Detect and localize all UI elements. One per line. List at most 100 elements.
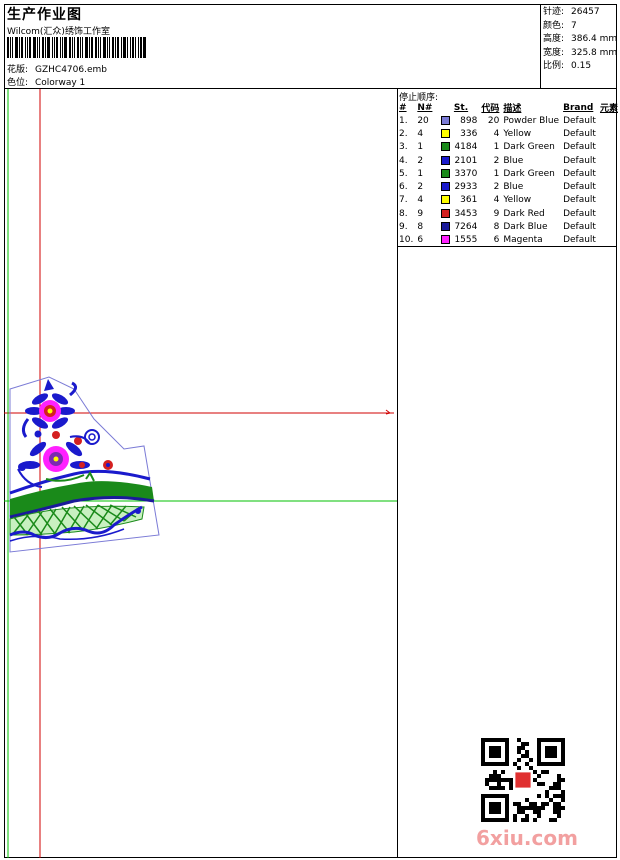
row-brand: Default xyxy=(563,128,596,139)
barcode-bar xyxy=(69,37,71,58)
row-element xyxy=(598,234,620,247)
qr-module xyxy=(501,778,505,782)
qr-module xyxy=(525,806,529,810)
qr-module xyxy=(557,778,561,782)
barcode-bar xyxy=(39,37,40,58)
barcode-bar xyxy=(52,37,53,58)
qr-module xyxy=(509,782,513,786)
barcode-bar xyxy=(37,37,38,58)
barcode-bar xyxy=(143,37,146,58)
qr-module xyxy=(521,742,525,746)
row-swatch xyxy=(439,180,452,193)
qr-module xyxy=(537,810,541,814)
qr-module xyxy=(561,790,565,794)
row-stitches: 2101 xyxy=(454,155,478,166)
row-index: 2. xyxy=(399,128,408,139)
design-info: 花版: GZHC4706.emb xyxy=(7,62,107,75)
row-code: 4 xyxy=(493,128,500,139)
barcode-bar xyxy=(103,37,106,58)
row-code: 1 xyxy=(493,142,500,153)
qr-module xyxy=(501,786,505,790)
qr-module xyxy=(557,806,561,810)
color-swatch xyxy=(440,168,450,178)
color-swatch xyxy=(440,195,450,205)
color-swatch xyxy=(440,142,450,152)
row-index: 9. xyxy=(399,222,408,233)
row-swatch xyxy=(439,127,452,140)
barcode-bar xyxy=(60,37,61,58)
row-needle: 4 xyxy=(417,128,424,139)
row-stitches: 898 xyxy=(460,115,478,126)
row-brand: Default xyxy=(563,195,596,206)
row-code: 9 xyxy=(493,208,500,219)
barcode-bar xyxy=(85,37,88,58)
barcode-bar xyxy=(27,37,28,58)
qr-module xyxy=(525,750,529,754)
barcode-bar xyxy=(89,37,90,58)
qr-module xyxy=(517,810,521,814)
color-swatch xyxy=(440,182,450,192)
stat-height: 高度: 386.4 mm xyxy=(543,34,618,45)
row-index: 8. xyxy=(399,208,408,219)
qr-module xyxy=(549,818,553,822)
row-brand: Default xyxy=(563,155,596,166)
row-needle: 1 xyxy=(417,168,424,179)
barcode-bar xyxy=(29,37,31,58)
row-swatch xyxy=(439,154,452,167)
row-code: 4 xyxy=(493,195,500,206)
row-stitches: 336 xyxy=(460,128,478,139)
row-code: 8 xyxy=(493,222,500,233)
barcode-bar xyxy=(95,37,97,58)
qr-module xyxy=(521,818,525,822)
row-desc: Yellow xyxy=(503,195,532,206)
row-brand: Default xyxy=(563,182,596,193)
barcode-bar xyxy=(15,37,18,58)
col-element: 元素 xyxy=(599,104,618,114)
row-index: 3. xyxy=(399,142,408,153)
qr-module xyxy=(537,794,541,798)
scallop-dot xyxy=(135,508,141,514)
color-swatch xyxy=(440,155,450,165)
qr-module xyxy=(537,782,541,786)
barcode-bar xyxy=(82,37,83,58)
color-row: 5. 1 3370 1 Dark Green Default xyxy=(397,167,620,180)
qr-module xyxy=(485,782,489,786)
qr-module xyxy=(557,794,561,798)
qr-module xyxy=(541,802,545,806)
qr-module xyxy=(525,814,529,818)
color-row: 7. 4 361 4 Yellow Default xyxy=(397,194,620,207)
row-swatch xyxy=(439,114,452,127)
color-swatch xyxy=(440,235,450,245)
qr-module xyxy=(545,802,549,806)
qr-module xyxy=(517,802,521,806)
color-row: 8. 9 3453 9 Dark Red Default xyxy=(397,207,620,220)
qr-module xyxy=(557,814,561,818)
row-stitches: 361 xyxy=(460,195,478,206)
row-swatch xyxy=(439,207,452,220)
qr-module xyxy=(517,758,521,762)
row-desc: Blue xyxy=(503,182,524,193)
qr-module xyxy=(509,778,513,782)
qr-module xyxy=(549,798,553,802)
barcode-bar xyxy=(62,37,63,58)
barcode-bar xyxy=(10,37,11,58)
row-brand: Default xyxy=(563,222,596,233)
row-needle: 2 xyxy=(417,182,424,193)
qr-module xyxy=(517,806,521,810)
row-needle: 8 xyxy=(417,222,424,233)
qr-module xyxy=(513,818,517,822)
row-desc: Dark Green xyxy=(503,168,555,179)
qr-module xyxy=(533,770,537,774)
qr-module xyxy=(533,810,537,814)
qr-module xyxy=(529,802,533,806)
qr-module xyxy=(525,742,529,746)
row-code: 1 xyxy=(493,168,500,179)
barcode-bar xyxy=(25,37,26,58)
row-index: 4. xyxy=(399,155,408,166)
qr-module xyxy=(545,794,549,798)
barcode-bar xyxy=(123,37,126,58)
barcode-bar xyxy=(21,37,23,58)
qr-module xyxy=(533,802,537,806)
barcode-bar xyxy=(91,37,93,58)
stat-colors: 颜色: 7 xyxy=(543,20,577,31)
